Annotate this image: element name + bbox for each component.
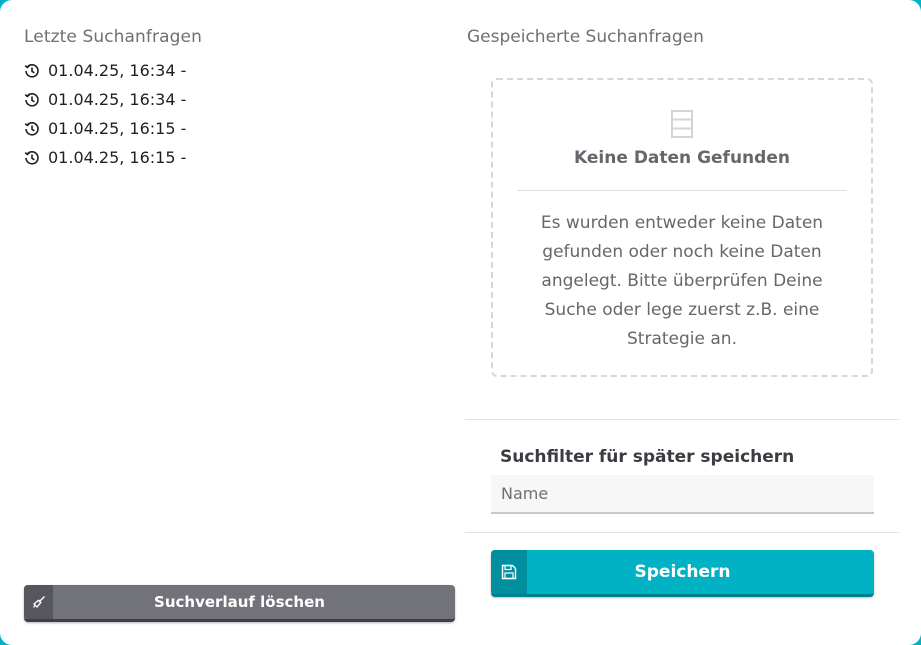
empty-state-box: Keine Daten Gefunden Es wurden entweder … — [491, 78, 873, 377]
floppy-disk-icon — [491, 550, 527, 594]
search-panel: Letzte Suchanfragen 01.04.25, 16:34 - 01… — [0, 0, 921, 645]
section-divider — [465, 419, 899, 420]
recent-search-label: 01.04.25, 16:15 - — [48, 148, 187, 167]
saved-searches-title: Gespeicherte Suchanfragen — [467, 27, 704, 47]
empty-state-divider — [517, 190, 847, 191]
save-button[interactable]: Speichern — [491, 550, 874, 597]
empty-state-message: Es wurden entweder keine Daten gefunden … — [540, 213, 824, 349]
recent-search-item[interactable]: 01.04.25, 16:15 - — [24, 114, 186, 143]
clear-history-label: Suchverlauf löschen — [154, 593, 325, 611]
clear-history-button[interactable]: Suchverlauf löschen — [24, 585, 455, 622]
save-filter-label: Suchfilter für später speichern — [500, 447, 795, 467]
history-icon — [24, 121, 39, 136]
recent-searches-title: Letzte Suchanfragen — [24, 27, 202, 47]
recent-search-label: 01.04.25, 16:34 - — [48, 90, 187, 109]
history-icon — [24, 92, 39, 107]
history-icon — [24, 150, 39, 165]
database-icon — [670, 109, 694, 143]
section-divider — [465, 532, 899, 533]
recent-search-label: 01.04.25, 16:15 - — [48, 119, 187, 138]
recent-search-item[interactable]: 01.04.25, 16:34 - — [24, 85, 186, 114]
recent-search-item[interactable]: 01.04.25, 16:34 - — [24, 56, 186, 85]
empty-state-title: Keine Daten Gefunden — [574, 148, 790, 168]
save-button-label: Speichern — [634, 562, 731, 582]
recent-searches-list: 01.04.25, 16:34 - 01.04.25, 16:34 - 01.0… — [24, 56, 186, 172]
history-icon — [24, 63, 39, 78]
filter-name-input[interactable] — [491, 475, 874, 514]
recent-search-item[interactable]: 01.04.25, 16:15 - — [24, 143, 186, 172]
recent-search-label: 01.04.25, 16:34 - — [48, 61, 187, 80]
broom-icon — [24, 585, 53, 619]
